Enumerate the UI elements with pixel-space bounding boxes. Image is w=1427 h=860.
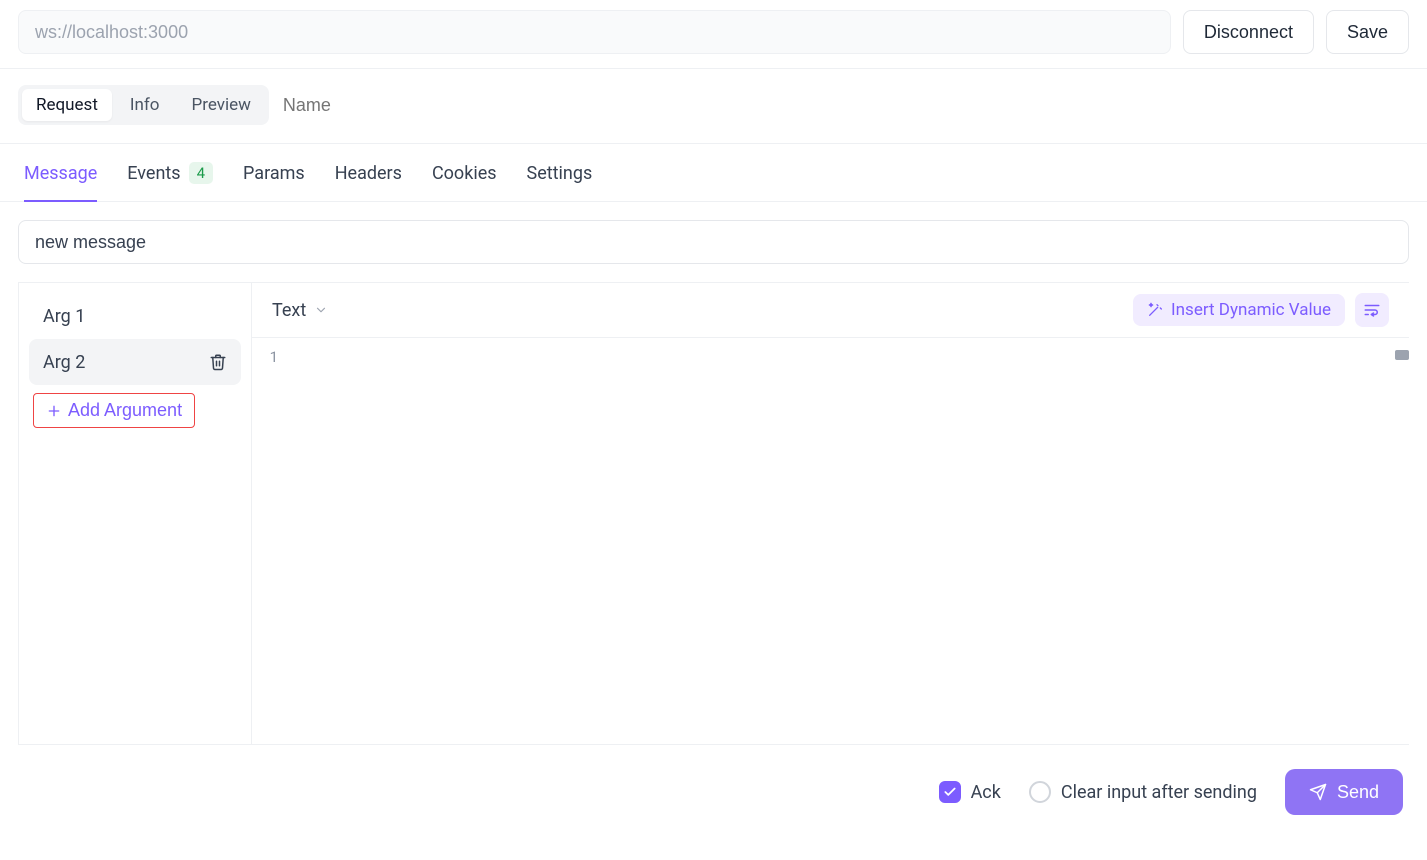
send-label: Send <box>1337 782 1379 803</box>
send-button[interactable]: Send <box>1285 769 1403 815</box>
wrap-lines-button[interactable] <box>1355 293 1389 327</box>
save-label: Save <box>1347 22 1388 43</box>
tab-cookies-label: Cookies <box>432 163 497 184</box>
value-type-select[interactable]: Text <box>272 300 328 321</box>
save-button[interactable]: Save <box>1326 10 1409 54</box>
mode-tab-request[interactable]: Request <box>22 89 112 121</box>
arg-item-1-label: Arg 1 <box>43 306 85 327</box>
section-tabs: Message Events 4 Params Headers Cookies … <box>0 144 1427 202</box>
check-icon <box>943 785 957 799</box>
magic-wand-icon <box>1147 302 1163 318</box>
tab-message-label: Message <box>24 163 97 184</box>
clear-label: Clear input after sending <box>1061 782 1257 803</box>
disconnect-button[interactable]: Disconnect <box>1183 10 1314 54</box>
tab-events[interactable]: Events 4 <box>127 162 213 202</box>
arg-item-1[interactable]: Arg 1 <box>29 293 241 339</box>
line-number: 1 <box>252 348 288 366</box>
url-input[interactable] <box>18 10 1171 54</box>
tab-settings-label: Settings <box>527 163 593 184</box>
mode-tab-preview[interactable]: Preview <box>178 89 265 121</box>
wrap-icon <box>1363 301 1381 319</box>
ack-label: Ack <box>971 782 1001 803</box>
value-type-label: Text <box>272 300 306 321</box>
mode-tab-info[interactable]: Info <box>116 89 174 121</box>
insert-dynamic-value-button[interactable]: Insert Dynamic Value <box>1133 294 1345 326</box>
main-split: Arg 1 Arg 2 Add Argument Text <box>18 282 1409 745</box>
line-gutter: 1 <box>252 338 288 744</box>
editor-toolbar: Text Insert Dynamic Value <box>252 283 1409 338</box>
events-count-badge: 4 <box>189 162 213 184</box>
tab-params-label: Params <box>243 163 305 184</box>
tab-events-label: Events <box>127 163 180 184</box>
editor-body[interactable]: 1 <box>252 338 1409 744</box>
tab-message[interactable]: Message <box>24 163 97 202</box>
scrollbar-handle[interactable] <box>1395 350 1409 360</box>
tab-cookies[interactable]: Cookies <box>432 163 497 202</box>
plus-icon <box>46 403 62 419</box>
topbar: Disconnect Save <box>0 0 1427 69</box>
disconnect-label: Disconnect <box>1204 22 1293 43</box>
editor-pane: Text Insert Dynamic Value <box>252 283 1409 744</box>
editor-textarea[interactable] <box>288 338 1409 744</box>
mode-segmented: Request Info Preview <box>18 85 269 125</box>
tab-headers[interactable]: Headers <box>335 163 402 202</box>
event-name-input[interactable] <box>18 220 1409 264</box>
arg-item-2-label: Arg 2 <box>43 352 85 373</box>
tab-params[interactable]: Params <box>243 163 305 202</box>
trash-icon[interactable] <box>209 353 227 371</box>
event-name-wrap <box>0 202 1427 282</box>
ack-checkbox-wrap[interactable]: Ack <box>939 781 1001 803</box>
footer: Ack Clear input after sending Send <box>0 745 1427 815</box>
add-argument-button[interactable]: Add Argument <box>33 393 195 428</box>
add-argument-label: Add Argument <box>68 400 182 421</box>
args-sidebar: Arg 1 Arg 2 Add Argument <box>19 283 252 744</box>
clear-checkbox[interactable] <box>1029 781 1051 803</box>
mode-row: Request Info Preview <box>0 69 1427 144</box>
ack-checkbox[interactable] <box>939 781 961 803</box>
send-icon <box>1309 783 1327 801</box>
clear-checkbox-wrap[interactable]: Clear input after sending <box>1029 781 1257 803</box>
chevron-down-icon <box>314 303 328 317</box>
arg-item-2[interactable]: Arg 2 <box>29 339 241 385</box>
tab-settings[interactable]: Settings <box>527 163 593 202</box>
insert-dynamic-value-label: Insert Dynamic Value <box>1171 300 1331 320</box>
request-name-input[interactable] <box>283 95 515 116</box>
editor-toolbar-right: Insert Dynamic Value <box>1133 293 1389 327</box>
tab-headers-label: Headers <box>335 163 402 184</box>
